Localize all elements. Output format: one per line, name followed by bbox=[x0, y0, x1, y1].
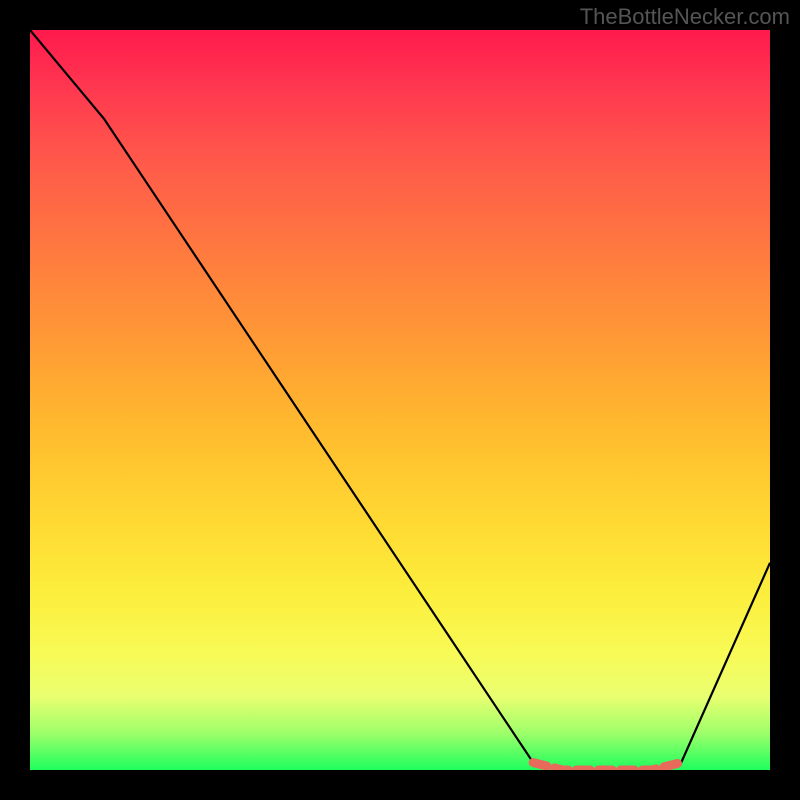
curve-highlight-flat bbox=[533, 763, 681, 770]
chart-plot-area bbox=[30, 30, 770, 770]
watermark-text: TheBottleNecker.com bbox=[580, 4, 790, 30]
curve-path bbox=[30, 30, 770, 770]
bottleneck-curve bbox=[30, 30, 770, 770]
